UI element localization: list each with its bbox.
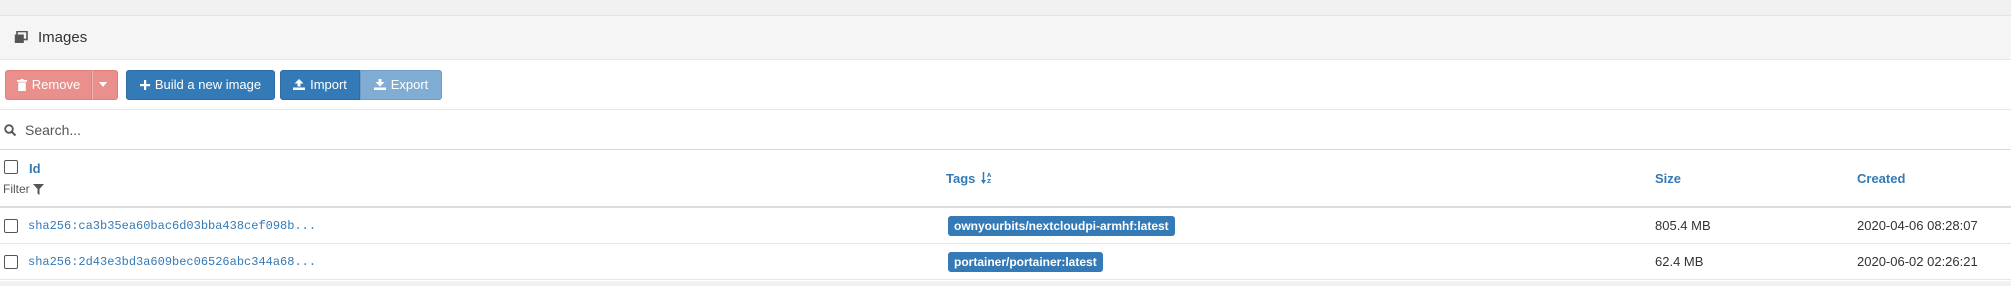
image-created: 2020-06-02 02:26:21 [1857,254,1978,269]
export-label: Export [390,77,429,92]
image-size: 62.4 MB [1655,254,1704,269]
remove-dropdown-toggle[interactable] [92,69,118,100]
filter-control[interactable]: Filter [3,182,44,196]
row-checkbox[interactable] [4,219,18,233]
actions-toolbar: Remove Build a new image Import Export [0,60,2011,110]
table-row: sha256:2d43e3bd3a609bec06526abc344a68...… [0,244,2011,280]
svg-text:Z: Z [987,179,991,184]
chevron-down-icon [98,82,107,87]
image-size: 805.4 MB [1655,218,1711,233]
image-id-link[interactable]: sha256:2d43e3bd3a609bec06526abc344a68... [28,255,316,269]
search-icon [4,123,16,136]
sort-ascending-icon: A Z [981,172,992,185]
search-bar [0,110,2011,150]
import-label: Import [310,77,347,92]
tags-column-header[interactable]: Tags A Z [946,171,992,186]
page-title: Images [38,29,88,46]
clone-icon [14,30,30,45]
image-tag-badge: ownyourbits/nextcloudpi-armhf:latest [948,216,1175,236]
row-checkbox[interactable] [4,255,18,269]
search-input[interactable] [25,121,625,138]
table-row: sha256:ca3b35ea60bac6d03bba438cef098b...… [0,208,2011,244]
created-column-header[interactable]: Created [1857,171,1905,186]
filter-label: Filter [3,182,30,196]
plus-icon [139,79,150,90]
remove-button[interactable]: Remove [5,69,92,100]
trash-icon [16,78,27,91]
images-panel: Images Remove Build a new image Import E… [0,16,2011,281]
size-column-header[interactable]: Size [1655,171,1681,186]
top-strip [0,0,2011,16]
import-button[interactable]: Import [280,69,360,100]
upload-icon [293,79,306,90]
tags-header-label: Tags [946,171,976,186]
download-icon [373,79,386,90]
build-image-button[interactable]: Build a new image [126,69,275,100]
select-all-checkbox[interactable] [4,160,18,174]
export-button[interactable]: Export [360,69,442,100]
filter-icon [32,183,44,195]
build-label: Build a new image [154,77,262,92]
table-header: Id Filter Tags A Z Size Created [0,150,2011,208]
image-created: 2020-04-06 08:28:07 [1857,218,1978,233]
panel-header: Images [0,16,2011,60]
image-tag-badge: portainer/portainer:latest [948,252,1103,272]
id-column-header[interactable]: Id [29,161,41,176]
image-id-link[interactable]: sha256:ca3b35ea60bac6d03bba438cef098b... [28,219,316,233]
remove-label: Remove [31,77,81,92]
